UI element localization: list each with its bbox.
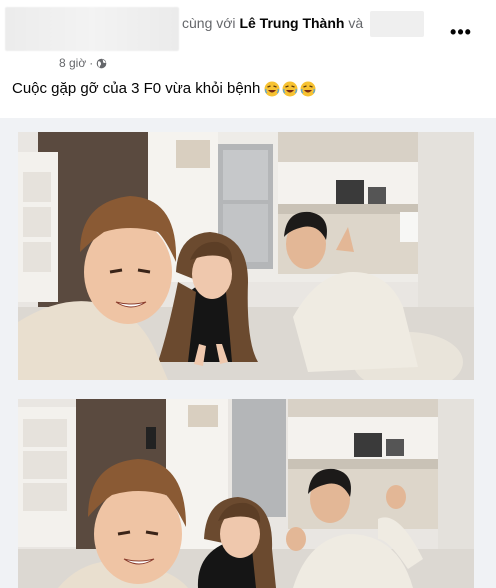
post-meta: 8 giờ · [59, 56, 107, 70]
blurred-tagged-name [370, 11, 424, 37]
blurred-author-block [5, 7, 179, 51]
post-media-2 [0, 392, 496, 588]
tagged-person-link[interactable]: Lê Trung Thành [239, 15, 344, 31]
more-options-icon: ••• [450, 22, 472, 42]
more-options-button[interactable]: ••• [446, 20, 476, 44]
meta-separator: · [89, 56, 94, 70]
feed-post: cùng với Lê Trung Thành và ••• 8 giờ · C… [0, 0, 496, 588]
post-photo-2[interactable] [18, 399, 474, 588]
with-text: cùng với [182, 15, 236, 31]
and-text: và [348, 15, 364, 31]
post-header-text: cùng với Lê Trung Thành và [182, 15, 363, 31]
rolling-laughing-emoji [264, 81, 280, 96]
post-photo-1[interactable] [18, 132, 474, 380]
post-media-1 [0, 118, 496, 392]
post-time-link[interactable]: 8 giờ [59, 56, 86, 70]
rolling-laughing-emoji [282, 81, 298, 96]
selfie-photo-1 [18, 132, 474, 380]
post-caption: Cuộc gặp gỡ của 3 F0 vừa khỏi bệnh [12, 80, 316, 97]
rolling-laughing-emoji [300, 81, 316, 96]
globe-icon[interactable] [96, 58, 107, 69]
selfie-photo-2 [18, 399, 474, 588]
caption-text: Cuộc gặp gỡ của 3 F0 vừa khỏi bệnh [12, 80, 261, 97]
